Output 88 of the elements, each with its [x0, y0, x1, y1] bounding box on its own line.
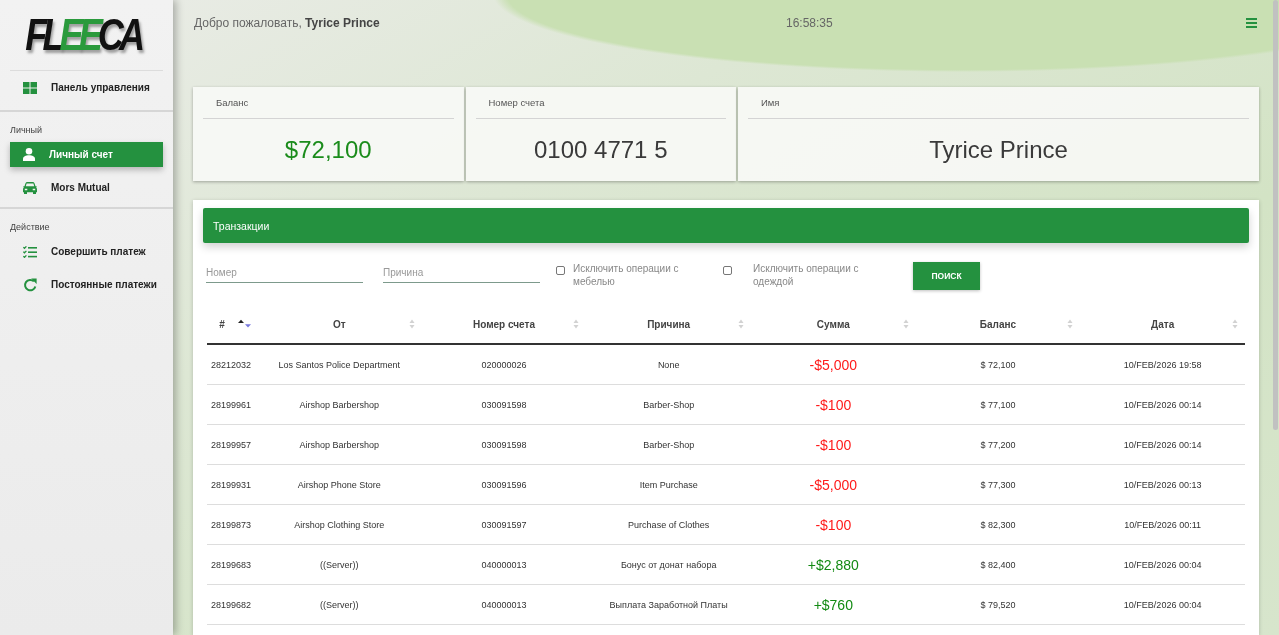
balance-text: $ 79,520	[980, 599, 1016, 610]
date-text: 10/FEB/2026 00:11	[1124, 519, 1202, 530]
amount-text: +$760	[813, 596, 853, 613]
reason-text: Barber-Shop	[643, 439, 695, 450]
checkbox[interactable]	[556, 266, 565, 275]
sender-name: ((Server))	[320, 559, 359, 570]
amount-text: -$5,000	[809, 476, 858, 493]
column-header[interactable]: Причина	[586, 318, 751, 330]
amount-text: -$5,000	[809, 356, 858, 373]
checklist-icon	[23, 245, 37, 258]
card-value: Tyrice Prince	[929, 136, 1068, 164]
date-text: 10/FEB/2026 19:58	[1123, 359, 1202, 370]
reason-text: Выплата Заработной Платы	[609, 599, 728, 610]
column-header[interactable]: Дата	[1080, 318, 1245, 330]
card-value: $72,100	[284, 136, 372, 164]
grid-icon	[23, 81, 37, 94]
sender-name: Airshop Barbershop	[299, 399, 380, 410]
sender-name: Airshop Barbershop	[299, 439, 380, 450]
date-text: 10/FEB/2026 00:04	[1123, 599, 1202, 610]
account-number: 030091598	[481, 399, 527, 410]
menu-icon[interactable]	[1246, 17, 1257, 28]
balance-text: $ 82,400	[980, 559, 1016, 570]
amount-text: -$100	[815, 396, 852, 413]
sender-name: ((Server))	[320, 599, 359, 610]
transaction-id: 28199873	[211, 519, 252, 530]
column-header[interactable]: #	[207, 318, 257, 330]
car-icon	[23, 181, 37, 194]
section-title: Действие	[10, 222, 50, 232]
checkbox-label: Исключить операции с мебелью	[573, 262, 680, 288]
column-header[interactable]: Баланс	[915, 318, 1081, 330]
logo: FLEECA	[25, 13, 143, 57]
sender-name: Los Santos Police Department	[278, 359, 401, 370]
sidebar-item[interactable]: Панель управления	[10, 75, 163, 100]
date-text: 10/FEB/2026 00:14	[1123, 439, 1202, 450]
account-number: 020000026	[481, 359, 527, 370]
search-button[interactable]: ПОИСК	[913, 262, 980, 290]
balance-text: $ 82,300	[980, 519, 1016, 530]
user-icon	[23, 148, 35, 161]
amount-text: +$2,880	[807, 556, 859, 573]
sidebar-item[interactable]: Личный счет	[10, 142, 163, 167]
sender-name: Airshop Clothing Store	[294, 519, 385, 530]
scrollbar-thumb[interactable]	[1273, 0, 1278, 430]
input-field[interactable]: Причина	[383, 262, 540, 283]
column-header[interactable]: Номер счета	[421, 318, 587, 330]
reason-text: Item Purchase	[639, 479, 698, 490]
sidebar-item[interactable]: Mors Mutual	[10, 175, 163, 200]
amount-text: -$100	[815, 516, 852, 533]
panel-header: Транзакции	[203, 208, 1249, 243]
account-number: 030091597	[481, 519, 527, 530]
balance-text: $ 77,100	[980, 399, 1016, 410]
column-header[interactable]: Сумма	[750, 318, 916, 330]
date-text: 10/FEB/2026 00:13	[1123, 479, 1202, 490]
section-title: Личный	[10, 125, 43, 135]
checkbox-label: Исключить операции с одеждой	[753, 262, 860, 288]
account-number: 030091598	[481, 439, 527, 450]
transaction-id: 28212032	[211, 359, 252, 370]
transaction-id: 28199931	[211, 479, 252, 490]
reason-text: Бонус от донат набора	[620, 559, 717, 570]
card-value: 0100 4771 5	[534, 136, 668, 164]
transaction-id: 28199957	[211, 439, 252, 450]
account-number: 030091596	[481, 479, 527, 490]
column-header[interactable]: От	[257, 318, 422, 330]
sort-icon[interactable]	[237, 319, 251, 329]
clock-time: 16:58:35	[786, 15, 833, 30]
checkbox[interactable]	[723, 266, 732, 275]
card-label: Баланс	[216, 97, 249, 108]
transaction-id: 28199682	[211, 599, 252, 610]
date-text: 10/FEB/2026 00:14	[1123, 399, 1202, 410]
account-number: 040000013	[481, 559, 527, 570]
sender-name: Airshop Phone Store	[297, 479, 381, 490]
sidebar-item[interactable]: Совершить платеж	[10, 239, 163, 264]
reason-text: Purchase of Clothes	[628, 519, 710, 530]
input-field[interactable]: Номер	[206, 262, 363, 283]
refresh-icon	[23, 277, 37, 292]
account-number: 040000013	[481, 599, 527, 610]
card-label: Номер счета	[488, 97, 545, 108]
reason-text: None	[657, 359, 680, 370]
balance-text: $ 77,300	[980, 479, 1016, 490]
welcome-text: Добро пожаловать, Tyrice Prince	[194, 15, 380, 30]
sidebar-item[interactable]: Постоянные платежи	[10, 272, 163, 297]
transaction-id: 28199683	[211, 559, 252, 570]
card-label: Имя	[761, 97, 780, 108]
balance-text: $ 77,200	[980, 439, 1016, 450]
amount-text: -$100	[815, 436, 852, 453]
reason-text: Barber-Shop	[643, 399, 695, 410]
date-text: 10/FEB/2026 00:04	[1123, 559, 1202, 570]
transaction-id: 28199961	[211, 399, 252, 410]
balance-text: $ 72,100	[980, 359, 1016, 370]
